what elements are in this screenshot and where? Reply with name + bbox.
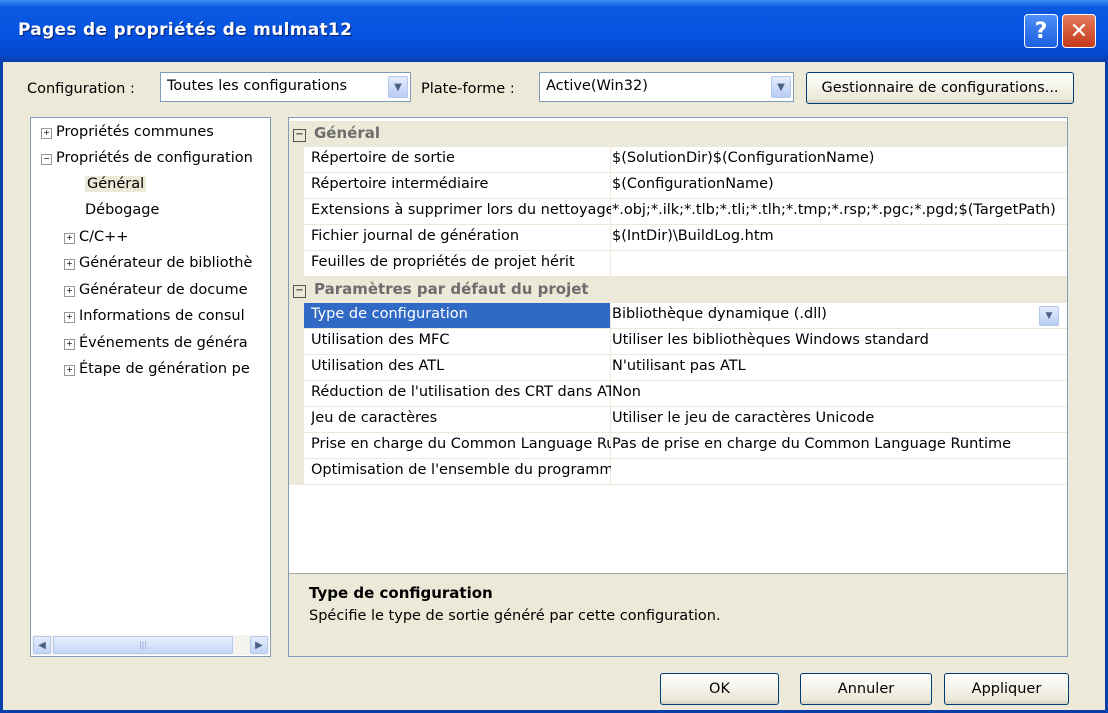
chevron-down-icon[interactable]: ▼ [1039,306,1059,326]
property-grid: − Général Répertoire de sortie $(Solution… [288,117,1068,657]
property-name: Répertoire de sortie [311,150,455,166]
property-value[interactable]: $(SolutionDir)$(ConfigurationName) [612,150,1062,166]
tree-item-browse-information[interactable]: + Informations de consul [64,308,245,324]
collapse-icon[interactable]: − [41,154,52,165]
property-row[interactable]: Prise en charge du Common Language Runti… [289,433,1067,459]
property-value[interactable]: N'utilisant pas ATL [612,358,1062,374]
tree-item-label: Générateur de bibliothè [79,255,253,271]
tree-item-custom-build-step[interactable]: + Étape de génération pe [64,361,250,377]
property-value[interactable]: Bibliothèque dynamique (.dll) [612,306,1062,322]
tree-item-label: Générateur de docume [79,282,248,298]
tree-item-label: Événements de généra [79,335,248,351]
tree-item-debugging[interactable]: Débogage [85,202,159,218]
property-value[interactable]: Utiliser les bibliothèques Windows stand… [612,332,1062,348]
expand-icon[interactable]: + [64,339,75,350]
property-row[interactable]: Feuilles de propriétés de projet hérit [289,251,1067,277]
category-project-defaults[interactable]: − Paramètres par défaut du projet [289,277,1067,303]
platform-label: Plate-forme : [421,81,515,97]
configuration-value: Toutes les configurations [167,78,348,94]
property-row[interactable]: Répertoire de sortie $(SolutionDir)$(Con… [289,147,1067,173]
property-name: Extensions à supprimer lors du nettoyage [311,202,611,218]
category-general[interactable]: − Général [289,121,1067,147]
property-row[interactable]: Répertoire intermédiaire $(Configuration… [289,173,1067,199]
property-name: Jeu de caractères [311,410,438,426]
chevron-down-icon[interactable]: ▼ [771,76,791,98]
scrollbar-thumb[interactable]: ||| [53,636,233,654]
tree-item-general[interactable]: Général [85,176,147,192]
scroll-left-icon[interactable]: ◀ [33,636,51,654]
tree-item-common-properties[interactable]: + Propriétés communes [41,124,214,140]
tree-item-label: Propriétés communes [56,124,214,140]
property-value[interactable]: Pas de prise en charge du Common Languag… [612,436,1062,452]
tree-item-build-events[interactable]: + Événements de généra [64,335,248,351]
property-value[interactable]: Non [612,384,1062,400]
description-title: Type de configuration [309,584,493,602]
category-label: Général [314,124,380,142]
tree-item-label: C/C++ [79,229,129,245]
property-value[interactable]: $(IntDir)\BuildLog.htm [612,228,1062,244]
platform-value: Active(Win32) [546,78,648,94]
expand-icon[interactable]: + [41,128,52,139]
cancel-button[interactable]: Annuler [800,673,932,705]
property-name: Réduction de l'utilisation des CRT dans … [311,384,611,400]
close-button[interactable]: ✕ [1062,14,1096,48]
collapse-icon[interactable]: − [293,129,306,142]
property-row[interactable]: Utilisation des ATL N'utilisant pas ATL [289,355,1067,381]
scroll-right-icon[interactable]: ▶ [250,636,268,654]
property-name: Utilisation des ATL [311,358,445,374]
title-bar: Pages de propriétés de mulmat12 ? ✕ [0,0,1108,62]
ok-button[interactable]: OK [660,673,779,705]
property-name: Fichier journal de génération [311,228,520,244]
expand-icon[interactable]: + [64,286,75,297]
help-icon: ? [1034,18,1048,44]
property-name: Feuilles de propriétés de projet hérit [311,254,575,270]
collapse-icon[interactable]: − [293,285,306,298]
property-name: Utilisation des MFC [311,332,450,348]
tree-item-c-cpp[interactable]: + C/C++ [64,229,128,245]
property-name: Type de configuration [311,306,468,322]
configuration-dropdown[interactable]: Toutes les configurations ▼ [160,72,411,102]
tree-item-label: Débogage [85,202,160,218]
tree-item-label: Étape de génération pe [79,361,250,377]
window-title: Pages de propriétés de mulmat12 [18,20,353,40]
description-text: Spécifie le type de sortie généré par ce… [309,608,721,624]
property-name: Répertoire intermédiaire [311,176,489,192]
tree-item-label: Propriétés de configuration [56,150,253,166]
tree-item-configuration-properties[interactable]: − Propriétés de configuration [41,150,253,166]
property-tree: + Propriétés communes − Propriétés de conf… [30,117,271,657]
property-row[interactable]: Fichier journal de génération $(IntDir)\… [289,225,1067,251]
property-row[interactable]: Réduction de l'utilisation des CRT dans … [289,381,1067,407]
configuration-manager-button[interactable]: Gestionnaire de configurations... [806,72,1074,104]
tree-item-label: Général [87,176,145,192]
property-name: Optimisation de l'ensemble du programme [311,462,611,478]
expand-icon[interactable]: + [64,259,75,270]
expand-icon[interactable]: + [64,312,75,323]
property-row[interactable]: Utilisation des MFC Utiliser les bibliot… [289,329,1067,355]
description-panel: Type de configuration Spécifie le type d… [289,573,1067,656]
property-row[interactable]: Optimisation de l'ensemble du programme [289,459,1067,485]
help-button[interactable]: ? [1024,14,1058,48]
platform-dropdown[interactable]: Active(Win32) ▼ [539,72,794,102]
tree-item-label: Informations de consul [79,308,245,324]
close-icon: ✕ [1069,18,1089,44]
horizontal-scrollbar[interactable]: ◀ ||| ▶ [32,635,269,655]
property-value[interactable]: Utiliser le jeu de caractères Unicode [612,410,1062,426]
property-row[interactable]: Extensions à supprimer lors du nettoyage… [289,199,1067,225]
property-row[interactable]: Jeu de caractères Utiliser le jeu de car… [289,407,1067,433]
chevron-down-icon[interactable]: ▼ [388,76,408,98]
property-pages-dialog: Pages de propriétés de mulmat12 ? ✕ Conf… [0,0,1108,713]
apply-button[interactable]: Appliquer [944,673,1069,705]
category-label: Paramètres par défaut du projet [314,280,589,298]
property-row-selected[interactable]: Type de configuration Bibliothèque dynam… [289,303,1067,329]
expand-icon[interactable]: + [64,233,75,244]
tree-item-xml-doc-generator[interactable]: + Générateur de docume [64,282,248,298]
property-name: Prise en charge du Common Language Runti… [311,436,611,452]
property-value[interactable]: $(ConfigurationName) [612,176,1062,192]
expand-icon[interactable]: + [64,365,75,376]
configuration-label: Configuration : [27,81,135,97]
tree-item-librarian[interactable]: + Générateur de bibliothè [64,255,252,271]
property-value[interactable]: *.obj;*.ilk;*.tlb;*.tli;*.tlh;*.tmp;*.rs… [612,202,1062,218]
